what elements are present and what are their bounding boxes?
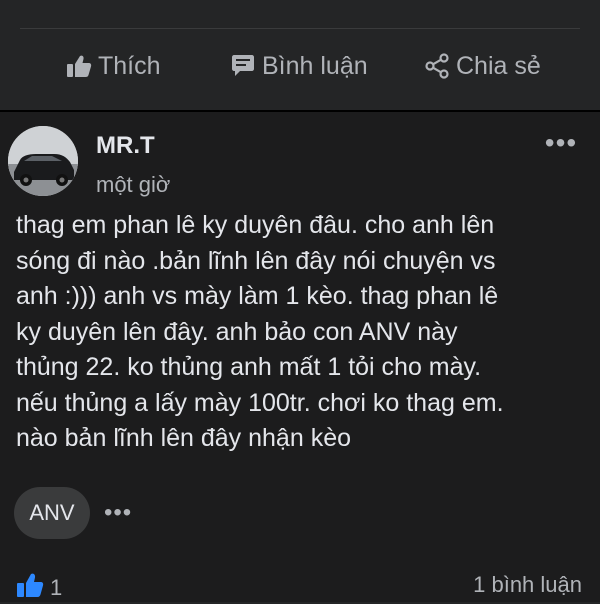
action-row: Thích Bình luận Chia sẻ bbox=[0, 44, 600, 88]
like-label: Thích bbox=[98, 51, 161, 80]
comment-card: MR.T một giờ ••• thag em phan lê ky duyê… bbox=[0, 110, 600, 602]
comment-text: thag em phan lê ky duyên đâu. cho anh lê… bbox=[16, 211, 504, 452]
comment-button[interactable]: Bình luận bbox=[230, 44, 368, 88]
avatar[interactable] bbox=[8, 126, 78, 196]
reaction-summary[interactable]: 1 bbox=[16, 572, 62, 604]
like-button[interactable]: Thích bbox=[66, 44, 161, 88]
share-label: Chia sẻ bbox=[456, 51, 541, 80]
more-icon: ••• bbox=[544, 127, 578, 158]
comment-icon bbox=[230, 54, 256, 78]
author-name[interactable]: MR.T bbox=[96, 132, 155, 160]
share-button[interactable]: Chia sẻ bbox=[424, 44, 541, 88]
share-icon bbox=[424, 53, 450, 79]
reaction-row: 1 1 bình luận bbox=[0, 568, 600, 602]
post-action-bar: Thích Bình luận Chia sẻ bbox=[0, 0, 600, 110]
thumbs-up-icon bbox=[66, 54, 92, 78]
like-reaction-icon bbox=[16, 572, 44, 604]
reaction-count: 1 bbox=[50, 575, 63, 600]
more-options-button[interactable]: ••• bbox=[544, 126, 578, 160]
tag-row: ANV ••• bbox=[14, 486, 132, 540]
post-timestamp[interactable]: một giờ bbox=[96, 172, 170, 198]
tag-more-icon[interactable]: ••• bbox=[104, 499, 132, 527]
comment-count[interactable]: 1 bình luận bbox=[473, 572, 582, 598]
tag-chip[interactable]: ANV bbox=[14, 487, 90, 539]
divider bbox=[20, 28, 580, 29]
comment-label: Bình luận bbox=[262, 51, 368, 80]
